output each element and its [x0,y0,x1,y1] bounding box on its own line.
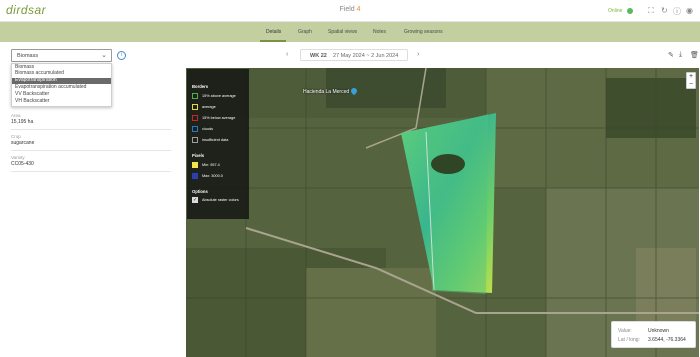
property-label: Area [11,113,21,118]
tab-spatial-views[interactable]: Spatial views [328,29,357,35]
week-label: WK 22 [310,53,327,59]
eye-icon[interactable]: ◉ [686,6,693,15]
property-area: Area 15,195 ha [11,113,171,125]
legend-swatch [192,104,198,110]
tab-bar: Details Graph Spatial views Notes Growin… [0,22,700,42]
status-text: Online [608,8,623,14]
property-value: sugarcane [11,140,35,146]
legend-label: clouds [202,127,213,131]
layer-dropdown-menu: Biomass Biomass accumulated Evapotranspi… [11,63,112,107]
dropdown-option-evapotranspiration[interactable]: Evapotranspiration [12,77,111,84]
previous-week-button[interactable]: ‹ [286,51,288,58]
checkbox-checked-icon[interactable]: ✓ [192,197,198,203]
legend-label: 15% below average [202,116,236,120]
absolute-raster-colors-option[interactable]: ✓ Absolute raster colors [192,197,250,204]
chevron-down-icon: ⌄ [101,52,107,59]
map-legend: Borders 15% above average average 15% be… [187,69,249,219]
refresh-icon[interactable]: ↻ [661,6,668,15]
divider [11,150,171,151]
dropdown-option-vv-backscatter[interactable]: VV Backscatter [12,91,111,98]
dropdown-option-biomass-accumulated[interactable]: Biomass accumulated [12,70,111,77]
legend-swatch [192,137,198,143]
legend-label: average [202,105,216,109]
dropdown-option-evapotranspiration-accumulated[interactable]: Evapotranspiration accumulated [12,84,111,91]
coord-text: 3.6544, -76.3364 [648,337,686,343]
property-label: Variety [11,155,25,160]
edit-icon[interactable]: ✎ [668,51,674,59]
status-dot-icon [627,8,633,14]
property-variety: Variety CC05-430 [11,155,171,167]
legend-border-row: 15% above average [192,93,250,100]
layer-select[interactable]: Biomass ⌄ [11,49,112,62]
top-bar: dirdsar Field 4 Online ⛶ ↻ ⓘ ◉ [0,0,700,22]
zoom-in-button[interactable]: + [687,73,695,81]
value-text: Unknown [648,328,669,334]
expand-icon[interactable]: ⛶ [648,6,654,16]
legend-swatch [192,162,198,168]
legend-label: Min: 957.4 [202,163,220,167]
active-tab-indicator [260,40,286,42]
tab-notes[interactable]: Notes [373,29,386,35]
tab-graph[interactable]: Graph [298,29,312,35]
property-value: CC05-430 [11,161,34,167]
next-week-button[interactable]: › [417,51,419,58]
week-selector[interactable]: WK 22 27 May 2024 ~ 2 Jun 2024 [300,49,408,61]
divider [11,171,171,172]
download-icon[interactable]: ⤓ [679,51,682,59]
property-label: Crop [11,134,21,139]
legend-border-row: clouds [192,126,250,133]
pixel-readout: Value: Unknown Lat / long: 3.6544, -76.3… [611,321,696,348]
property-value: 15,195 ha [11,119,34,125]
legend-swatch [192,115,198,121]
tab-details[interactable]: Details [266,29,281,35]
date-navigation: ‹ WK 22 27 May 2024 ~ 2 Jun 2024 › ✎ ⤓ 🗑 [186,44,700,68]
legend-label: 15% above average [202,94,236,98]
legend-swatch [192,126,198,132]
info-icon[interactable]: ⓘ [673,6,681,17]
zoom-control: + − [686,72,696,89]
legend-swatch [192,173,198,179]
week-range: 27 May 2024 ~ 2 Jun 2024 [333,53,399,59]
legend-border-row: 15% below average [192,115,250,122]
legend-border-row: insufficient data [192,137,250,144]
zoom-out-button[interactable]: − [687,81,695,89]
delete-icon[interactable]: 🗑 [690,51,699,59]
property-crop: Crop sugarcane [11,134,171,146]
legend-label: insufficient data [202,138,229,142]
tab-growing-seasons[interactable]: Growing seasons [404,29,443,35]
field-title-label: Field [339,6,357,13]
legend-pixel-row: Max: 3000.0 [192,173,250,180]
dropdown-option-vh-backscatter[interactable]: VH Backscatter [12,98,111,105]
legend-border-row: average [192,104,250,111]
map-imagery [186,68,699,357]
divider [11,129,171,130]
legend-pixels-title: Pixels [192,153,205,158]
map-place-label: Hacienda La Merced [303,89,350,95]
legend-label: Max: 3000.0 [202,174,223,178]
value-label: Value: [618,328,632,334]
legend-pixel-row: Min: 957.4 [192,162,250,169]
legend-options-title: Options [192,189,208,194]
legend-swatch [192,93,198,99]
satellite-map[interactable] [186,68,699,357]
coord-label: Lat / long: [618,337,640,343]
layer-info-icon[interactable]: i [117,51,126,60]
legend-label: Absolute raster colors [202,198,239,202]
field-number: 4 [356,6,361,13]
layer-select-value: Biomass [17,53,39,59]
legend-borders-title: Borders [192,84,209,89]
field-title: Field 4 [0,6,700,13]
